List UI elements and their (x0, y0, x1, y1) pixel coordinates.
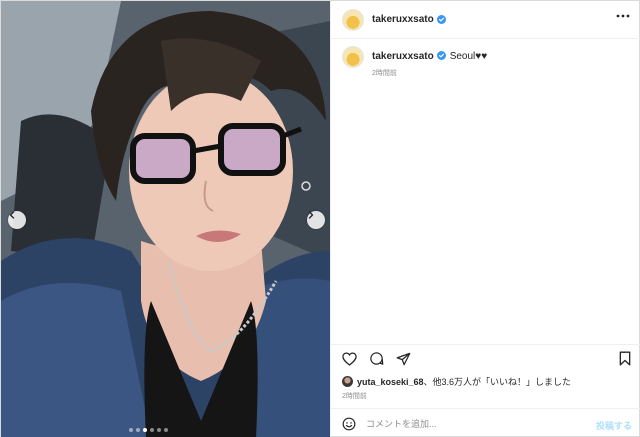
slide-dot (157, 428, 161, 432)
comment-input[interactable] (366, 418, 586, 429)
caption: takeruxxsato Seoul♥♥ 2時間前 (342, 46, 632, 78)
post-header: takeruxxsato (331, 1, 640, 39)
caption-username[interactable]: takeruxxsato (372, 51, 434, 62)
verified-badge-icon (436, 15, 446, 24)
post-modal: takeruxxsato takeruxxsato Seoul♥♥ 2時間前 y… (0, 0, 640, 437)
slide-dot (129, 428, 133, 432)
likes-count-text[interactable]: 、他3.6万人が「いいね！」しました (424, 375, 572, 388)
post-comment-button[interactable]: 投稿する (596, 419, 632, 432)
caption-avatar[interactable] (342, 46, 364, 68)
photo-illustration (1, 1, 330, 437)
next-photo-button[interactable] (307, 211, 325, 229)
comment-bar: 投稿する (331, 408, 640, 437)
emoji-icon[interactable] (342, 417, 356, 431)
heart-icon[interactable] (342, 351, 357, 366)
slide-indicator (129, 428, 168, 432)
slide-dot (143, 428, 147, 432)
caption-timestamp: 2時間前 (372, 70, 397, 77)
liker-username[interactable]: yuta_koseki_68 (357, 377, 424, 387)
comment-icon[interactable] (369, 351, 384, 366)
caption-body: Seoul♥♥ (449, 51, 488, 62)
action-bar (331, 344, 640, 372)
more-options-icon[interactable] (616, 14, 630, 18)
header-username[interactable]: takeruxxsato (372, 14, 434, 25)
slide-dot (136, 428, 140, 432)
chevron-left-icon (9, 211, 15, 219)
likes-summary: yuta_koseki_68 、他3.6万人が「いいね！」しました (342, 375, 571, 388)
caption-text: takeruxxsato Seoul♥♥ (372, 46, 487, 64)
chevron-right-icon (308, 211, 314, 219)
slide-dot (150, 428, 154, 432)
avatar[interactable] (342, 8, 364, 31)
post-details-panel: takeruxxsato takeruxxsato Seoul♥♥ 2時間前 y… (330, 1, 640, 437)
post-timestamp: 2時間前 (342, 393, 367, 400)
liker-avatar[interactable] (342, 376, 353, 387)
share-icon[interactable] (396, 352, 411, 366)
slide-dot (164, 428, 168, 432)
previous-photo-button[interactable] (8, 211, 26, 229)
verified-badge-icon (436, 51, 446, 60)
post-photo[interactable] (1, 1, 330, 437)
bookmark-icon[interactable] (619, 351, 631, 366)
